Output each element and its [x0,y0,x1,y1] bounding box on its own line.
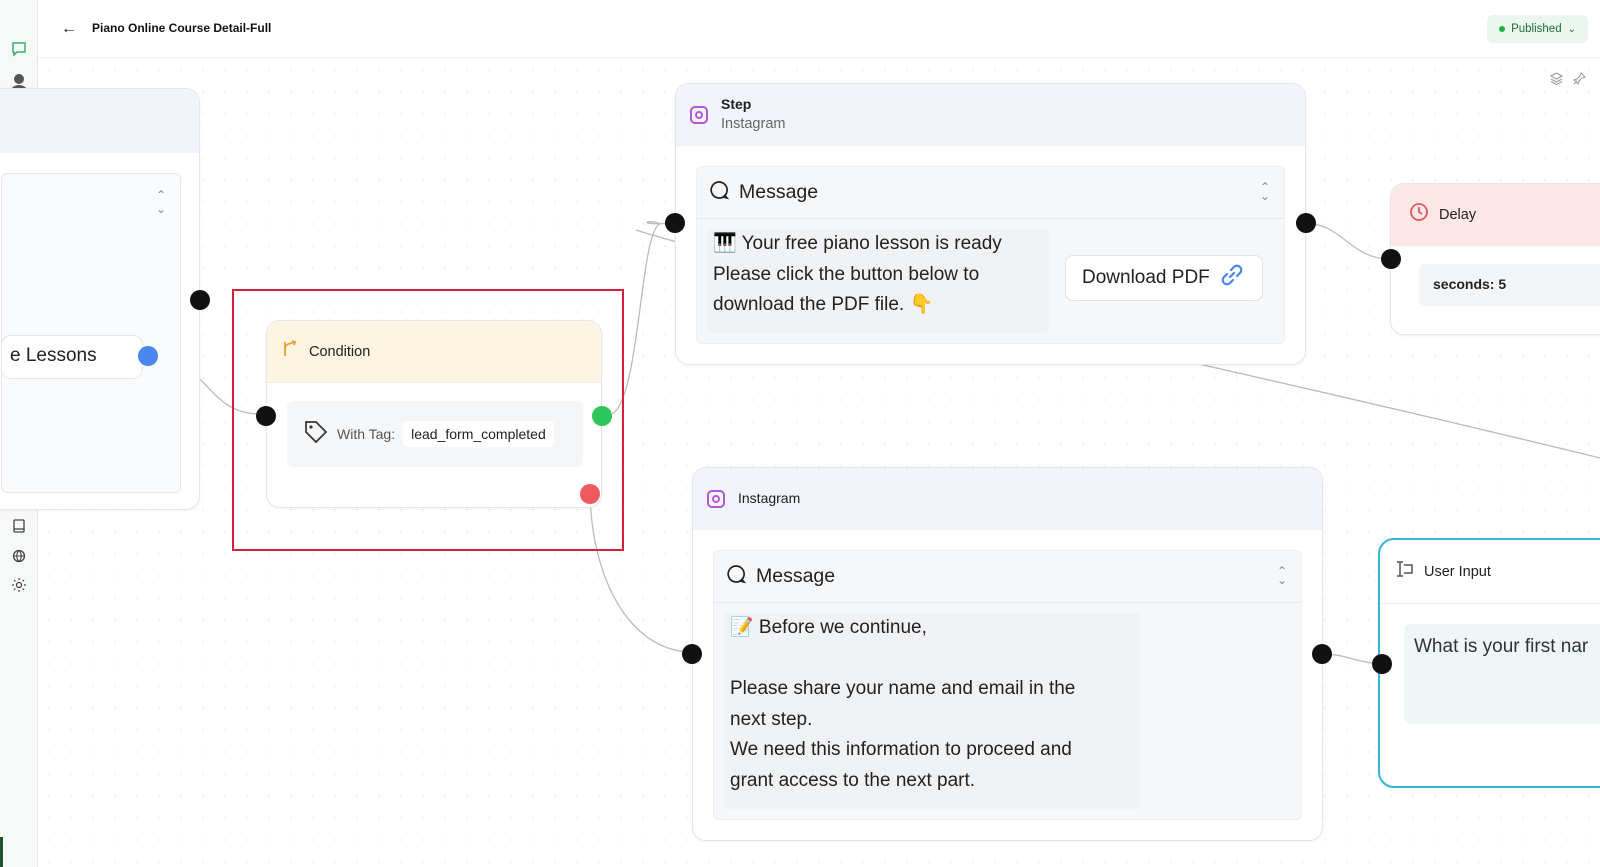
handle-condition-input[interactable] [256,406,276,426]
message-header[interactable]: Message ⌃ ⌄ [697,167,1284,219]
rail-active-indicator [0,837,3,867]
input-field-icon [1394,560,1414,583]
message-header[interactable]: Message ⌃ ⌄ [714,551,1301,603]
delay-header: Delay [1391,184,1600,246]
delay-value-box: seconds: 5 [1419,264,1600,306]
delay-title: Delay [1439,206,1477,223]
condition-node[interactable]: Condition With Tag: lead_form_completed [266,320,602,508]
lessons-button[interactable]: e Lessons [1,335,143,379]
instagram-title: Instagram [738,490,801,506]
step-subtitle: Instagram [721,116,786,132]
book-icon[interactable] [10,517,28,535]
message-text: 🎹 Your free piano lesson is ready Please… [707,229,1049,333]
download-pdf-button[interactable]: Download PDF [1065,255,1263,301]
chevron-updown-icon[interactable]: ⌃ ⌄ [1277,565,1287,586]
step-title: Step [721,96,752,112]
message-title: Message [756,565,836,587]
with-tag-label: With Tag: [337,426,396,442]
partial-node-left[interactable]: ⌃ ⌄ e Lessons [0,88,200,510]
handle-left-output[interactable] [190,290,210,310]
chat-bubble-icon[interactable] [10,40,28,58]
status-dropdown[interactable]: Published ⌄ [1487,15,1588,43]
user-input-node[interactable]: User Input What is your first nar [1378,538,1600,788]
handle-ig2-input[interactable] [682,644,702,664]
status-label: Published [1511,23,1562,35]
condition-header: Condition [267,321,601,383]
message-card[interactable]: Message ⌃ ⌄ 📝 Before we continue, Please … [713,550,1302,820]
globe-icon[interactable] [10,547,28,565]
page-title: Piano Online Course Detail-Full [92,21,272,35]
user-input-title: User Input [1424,563,1491,580]
clock-icon [1409,202,1429,227]
condition-title: Condition [309,343,371,360]
link-icon [1218,261,1246,295]
user-input-question: What is your first nar [1414,636,1589,657]
condition-rule[interactable]: With Tag: lead_form_completed [287,401,583,467]
message-bubble-icon [726,564,747,589]
user-input-question-box[interactable]: What is your first nar [1404,624,1600,724]
handle-userinput-input[interactable] [1372,654,1392,674]
handle-step-input[interactable] [665,213,685,233]
instagram-header: Instagram [693,468,1322,530]
back-arrow-icon[interactable]: ← [60,20,78,38]
handle-condition-false[interactable] [580,484,600,504]
step-instagram-node[interactable]: Step Instagram Message ⌃ ⌄ 🎹 Your free pi… [675,83,1306,365]
delay-value: seconds: 5 [1433,276,1507,292]
message-text: 📝 Before we continue, Please share your … [724,613,1140,809]
chevron-updown-icon[interactable]: ⌃ ⌄ [1260,181,1270,202]
step-header: Step Instagram [676,84,1305,146]
message-title: Message [739,181,819,203]
handle-condition-true[interactable] [592,406,612,426]
download-pdf-label: Download PDF [1082,267,1210,288]
pin-icon[interactable] [1572,71,1587,88]
user-input-header: User Input [1380,540,1600,604]
message-card[interactable]: Message ⌃ ⌄ 🎹 Your free piano lesson is r… [696,166,1285,344]
tag-icon [303,419,329,450]
handle-ig2-output[interactable] [1312,644,1332,664]
message-bubble-icon [709,180,730,205]
sun-icon[interactable] [10,576,28,594]
chevron-updown-icon[interactable]: ⌃ ⌄ [156,188,166,216]
branch-icon [281,340,299,363]
status-dot-icon [1499,26,1506,32]
tag-value: lead_form_completed [403,421,554,447]
node-header [0,89,199,153]
handle-lessons-output[interactable] [138,346,158,366]
delay-node[interactable]: Delay seconds: 5 [1390,183,1600,335]
node-content-panel: ⌃ ⌄ [1,173,181,493]
instagram-node[interactable]: Instagram Message ⌃ ⌄ 📝 Before we continu… [692,467,1323,841]
handle-delay-input[interactable] [1381,249,1401,269]
instagram-icon [690,106,708,124]
instagram-icon [707,490,725,508]
handle-step-output[interactable] [1296,213,1316,233]
layers-icon[interactable] [1549,72,1564,88]
lessons-label: e Lessons [10,345,97,366]
canvas-tools [1549,71,1587,88]
top-bar: ← Piano Online Course Detail-Full Publis… [38,0,1600,58]
chevron-down-icon: ⌄ [1567,23,1576,35]
